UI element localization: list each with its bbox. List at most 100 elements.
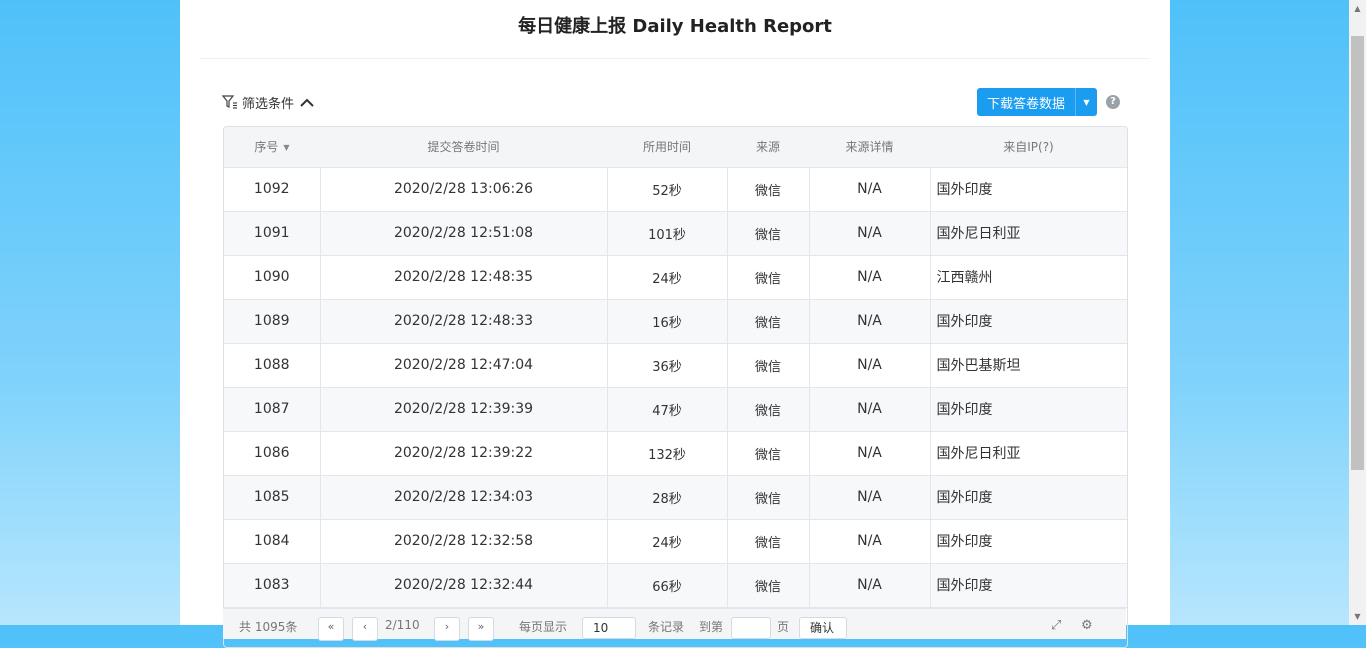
results-table: 序号 ▼ 提交答卷时间 所用时间 来源 来源详情 来自IP(?) 1092 202… xyxy=(223,126,1128,648)
cell-duration: 66秒 xyxy=(607,563,728,608)
cell-duration: 28秒 xyxy=(607,475,728,520)
per-page-select[interactable]: 10 xyxy=(582,617,636,639)
cell-submit-time: 2020/2/28 13:06:26 xyxy=(320,167,608,212)
confirm-button[interactable]: 确认 xyxy=(799,617,847,639)
cell-duration: 36秒 xyxy=(607,343,728,388)
table-row: 1087 2020/2/28 12:39:39 47秒 微信 N/A 国外印度 xyxy=(224,387,1127,432)
cell-duration: 16秒 xyxy=(607,299,728,344)
cell-duration: 132秒 xyxy=(607,431,728,476)
cell-ip: 国外印度 xyxy=(930,387,1127,432)
table-row: 1084 2020/2/28 12:32:58 24秒 微信 N/A 国外印度 xyxy=(224,519,1127,564)
cell-source: 微信 xyxy=(727,167,810,212)
dropdown-arrow-icon[interactable]: ▼ xyxy=(1076,88,1097,116)
divider xyxy=(200,58,1150,63)
cell-ip: 国外印度 xyxy=(930,167,1127,212)
cell-index: 1087 xyxy=(224,387,321,432)
cell-source: 微信 xyxy=(727,299,810,344)
filter-toggle[interactable]: 筛选条件 xyxy=(222,92,314,112)
table-body: 1092 2020/2/28 13:06:26 52秒 微信 N/A 国外印度 … xyxy=(224,167,1127,608)
cell-source: 微信 xyxy=(727,431,810,476)
cell-source-detail: N/A xyxy=(809,431,931,476)
cell-submit-time: 2020/2/28 12:51:08 xyxy=(320,211,608,256)
table-row: 1090 2020/2/28 12:48:35 24秒 微信 N/A 江西赣州 xyxy=(224,255,1127,300)
cell-source-detail: N/A xyxy=(809,211,931,256)
cell-index: 1085 xyxy=(224,475,321,520)
goto-label: 到第 xyxy=(699,620,724,634)
table-row: 1083 2020/2/28 12:32:44 66秒 微信 N/A 国外印度 xyxy=(224,563,1127,608)
cell-source-detail: N/A xyxy=(809,299,931,344)
records-label: 条记录 xyxy=(648,620,685,634)
table-row: 1088 2020/2/28 12:47:04 36秒 微信 N/A 国外巴基斯… xyxy=(224,343,1127,388)
download-data-button[interactable]: 下载答卷数据 xyxy=(977,88,1075,116)
cell-source-detail: N/A xyxy=(809,475,931,520)
cell-source-detail: N/A xyxy=(809,343,931,388)
cell-submit-time: 2020/2/28 12:47:04 xyxy=(320,343,608,388)
fullscreen-icon[interactable]: ⤢ xyxy=(1051,618,1061,633)
last-page-icon[interactable]: » xyxy=(468,617,494,641)
cell-index: 1084 xyxy=(224,519,321,564)
cell-duration: 47秒 xyxy=(607,387,728,432)
cell-source: 微信 xyxy=(727,255,810,300)
sort-caret-icon[interactable]: ▼ xyxy=(283,143,289,152)
table-row: 1085 2020/2/28 12:34:03 28秒 微信 N/A 国外印度 xyxy=(224,475,1127,520)
cell-index: 1083 xyxy=(224,563,321,608)
column-header-index[interactable]: 序号 ▼ xyxy=(224,127,320,168)
column-header-submit-time: 提交答卷时间 xyxy=(320,127,607,168)
cell-source-detail: N/A xyxy=(809,519,931,564)
cell-submit-time: 2020/2/28 12:48:33 xyxy=(320,299,608,344)
cell-duration: 52秒 xyxy=(607,167,728,212)
cell-ip: 国外印度 xyxy=(930,519,1127,564)
page-title: 每日健康上报 Daily Health Report xyxy=(518,16,832,37)
chevron-up-icon xyxy=(300,97,314,107)
cell-submit-time: 2020/2/28 12:48:35 xyxy=(320,255,608,300)
page-unit-label: 页 xyxy=(777,620,790,634)
cell-index: 1089 xyxy=(224,299,321,344)
prev-page-icon[interactable]: ‹ xyxy=(352,617,378,641)
page-scrollbar[interactable]: ▲ ▼ xyxy=(1349,0,1366,625)
per-page-label: 每页显示 xyxy=(519,620,568,634)
cell-duration: 24秒 xyxy=(607,519,728,564)
cell-index: 1088 xyxy=(224,343,321,388)
cell-index: 1086 xyxy=(224,431,321,476)
table-row: 1086 2020/2/28 12:39:22 132秒 微信 N/A 国外尼日… xyxy=(224,431,1127,476)
cell-ip: 国外印度 xyxy=(930,475,1127,520)
filter-icon xyxy=(222,95,238,109)
scrollbar-thumb[interactable] xyxy=(1351,36,1364,470)
help-icon[interactable]: ? xyxy=(1106,95,1120,109)
cell-submit-time: 2020/2/28 12:32:58 xyxy=(320,519,608,564)
cell-source: 微信 xyxy=(727,519,810,564)
scroll-up-icon[interactable]: ▲ xyxy=(1349,0,1366,17)
next-page-icon[interactable]: › xyxy=(434,617,460,641)
cell-source: 微信 xyxy=(727,343,810,388)
cell-ip: 国外印度 xyxy=(930,299,1127,344)
settings-icon[interactable]: ⚙ xyxy=(1081,618,1093,633)
column-header-source: 来源 xyxy=(727,127,809,168)
cell-index: 1091 xyxy=(224,211,321,256)
download-data-button-group: 下载答卷数据 ▼ xyxy=(977,88,1097,116)
column-header-source-detail: 来源详情 xyxy=(809,127,930,168)
cell-submit-time: 2020/2/28 12:32:44 xyxy=(320,563,608,608)
cell-index: 1092 xyxy=(224,167,321,212)
cell-ip: 国外尼日利亚 xyxy=(930,211,1127,256)
cell-ip: 国外印度 xyxy=(930,563,1127,608)
cell-source-detail: N/A xyxy=(809,387,931,432)
column-header-ip[interactable]: 来自IP(?) xyxy=(930,127,1127,168)
table-row: 1092 2020/2/28 13:06:26 52秒 微信 N/A 国外印度 xyxy=(224,167,1127,212)
cell-source: 微信 xyxy=(727,475,810,520)
cell-ip: 国外尼日利亚 xyxy=(930,431,1127,476)
cell-source-detail: N/A xyxy=(809,255,931,300)
pagination-bar: 共 1095条 « ‹ 2/110 › » 每页显示 10 条记录 到第 页 确… xyxy=(223,608,1126,641)
goto-page-input[interactable] xyxy=(731,617,771,639)
table-row: 1091 2020/2/28 12:51:08 101秒 微信 N/A 国外尼日… xyxy=(224,211,1127,256)
cell-index: 1090 xyxy=(224,255,321,300)
cell-submit-time: 2020/2/28 12:34:03 xyxy=(320,475,608,520)
scroll-down-icon[interactable]: ▼ xyxy=(1349,608,1366,625)
filter-label: 筛选条件 xyxy=(242,96,295,112)
cell-submit-time: 2020/2/28 12:39:22 xyxy=(320,431,608,476)
column-header-duration: 所用时间 xyxy=(607,127,727,168)
cell-duration: 24秒 xyxy=(607,255,728,300)
cell-duration: 101秒 xyxy=(607,211,728,256)
first-page-icon[interactable]: « xyxy=(318,617,344,641)
cell-source-detail: N/A xyxy=(809,563,931,608)
cell-source-detail: N/A xyxy=(809,167,931,212)
